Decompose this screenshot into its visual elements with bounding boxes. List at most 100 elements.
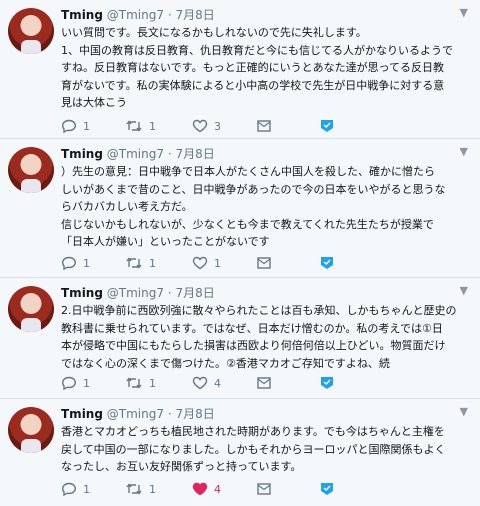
dm-verify-button[interactable] [320, 117, 334, 135]
text-line: 戻して中国の一部になりました。しかもそれからヨーロッパと国際関係もよく [61, 442, 446, 456]
dm-verify-icon [321, 120, 333, 132]
reply-count: 1 [83, 256, 90, 270]
display-name[interactable]: Tming [61, 147, 103, 161]
like-button[interactable]: 3 [192, 117, 221, 135]
user-handle[interactable]: @Tming7 [107, 8, 164, 22]
reply-icon [61, 482, 77, 496]
separator: · [167, 147, 172, 161]
retweet-icon [126, 257, 142, 269]
tweet-actions: 1 1 3 [61, 117, 421, 135]
reply-icon [61, 376, 77, 390]
reply-count: 1 [83, 376, 90, 390]
like-icon [192, 482, 208, 496]
like-button[interactable]: 4 [192, 480, 221, 498]
avatar[interactable] [8, 8, 54, 54]
dm-verify-icon [321, 257, 333, 269]
message-icon [257, 257, 271, 269]
separator: · [167, 286, 172, 300]
dm-verify-icon [321, 377, 333, 389]
text-line: 信じないかもしれないが、少なくとも今まで教えてくれた先生たちが授業で [61, 217, 434, 231]
dm-verify-button[interactable] [320, 480, 334, 498]
like-icon [192, 119, 208, 133]
display-name[interactable]: Tming [61, 407, 103, 421]
like-count: 1 [214, 256, 221, 270]
message-icon [257, 120, 271, 132]
text-line: 本が侵略で中国にもたらした損害は西欧より何倍何倍以上ひどい。物質面だけ [61, 339, 446, 352]
retweet-button[interactable]: 1 [125, 117, 156, 135]
text-line: 見は大体こう [61, 96, 127, 109]
text-line: ではなく心の深くまで傷つけた。②香港マカオご存知ですよね、続 [61, 356, 390, 370]
tweet-text: 香港とマカオどっちも植民地された時期があります。でも今はちゃんと主権を 戻して中… [61, 423, 471, 476]
tweet-date[interactable]: 7月8日 [175, 8, 214, 22]
text-line: ）先生の意見：日中戦争で日本人がたくさん中国人を殺した、確かに憎たら [61, 165, 435, 178]
reply-button[interactable]: 1 [61, 374, 90, 392]
tweet-header: Tming @Tming7 · 7月8日 [61, 7, 215, 23]
reply-button[interactable]: 1 [61, 117, 90, 135]
text-line: らバカバカしい考え方だ。 [61, 200, 193, 213]
chevron-down-icon[interactable]: ▼ [460, 284, 468, 297]
reply-icon [61, 256, 77, 270]
chevron-down-icon[interactable]: ▼ [460, 6, 468, 19]
reply-count: 1 [83, 119, 90, 133]
retweet-button[interactable]: 1 [125, 254, 156, 272]
like-icon [192, 376, 208, 390]
text-line: すね。反日教育はないです。もっと正確的にいうとあなた達が思ってる反日教 [61, 61, 445, 74]
retweet-icon [126, 377, 142, 389]
message-button[interactable] [257, 480, 271, 498]
tweet-text: いい質問です。長文になるかもしれないので先に失礼します。 1、中国の教育は反日教… [61, 24, 471, 112]
tweet[interactable]: Tming @Tming7 · 7月8日 ▼ 香港とマカオどっちも植民地された時… [0, 399, 480, 506]
avatar[interactable] [8, 147, 54, 193]
user-handle[interactable]: @Tming7 [107, 286, 164, 300]
text-line: 教科書に乗せられています。ではなぜ、日本だけ憎むのか。私の考えでは①日 [61, 321, 443, 335]
separator: · [167, 8, 172, 22]
tweet-actions: 1 1 4 [61, 480, 421, 498]
display-name[interactable]: Tming [61, 286, 103, 300]
like-count: 4 [214, 376, 221, 390]
like-count: 4 [214, 482, 221, 496]
like-button[interactable]: 1 [192, 254, 221, 272]
tweet-date[interactable]: 7月8日 [175, 147, 214, 161]
retweet-icon [126, 120, 142, 132]
text-line: 香港とマカオどっちも植民地された時期があります。でも今はちゃんと主権を [61, 425, 445, 438]
tweet-actions: 1 1 4 [61, 374, 421, 392]
like-icon [192, 256, 208, 270]
tweet-actions: 1 1 1 [61, 254, 421, 272]
tweet-date[interactable]: 7月8日 [175, 286, 214, 300]
text-line: 1、中国の教育は反日教育、仇日教育だと今にも信じてる人がかなりいるようで [61, 43, 453, 57]
separator: · [167, 407, 172, 421]
retweet-button[interactable]: 1 [125, 374, 156, 392]
text-line: 2.日中戦争前に西欧列強に散々やられたことは百も承知、しかもちゃんと歴史の [61, 304, 457, 317]
retweet-icon [126, 483, 142, 495]
retweet-count: 1 [149, 376, 156, 390]
avatar[interactable] [8, 286, 54, 332]
tweet-date[interactable]: 7月8日 [175, 407, 214, 421]
like-button[interactable]: 4 [192, 374, 221, 392]
tweet[interactable]: Tming @Tming7 · 7月8日 ▼ いい質問です。長文になるかもしれな… [0, 0, 480, 139]
chevron-down-icon[interactable]: ▼ [460, 405, 468, 418]
user-handle[interactable]: @Tming7 [107, 407, 164, 421]
dm-verify-icon [321, 483, 333, 495]
text-line: 「日本人が嫌い」といったことがないです [61, 235, 270, 248]
message-icon [257, 483, 271, 495]
message-button[interactable] [257, 254, 271, 272]
dm-verify-button[interactable] [320, 254, 334, 272]
avatar[interactable] [8, 407, 54, 453]
reply-button[interactable]: 1 [61, 480, 90, 498]
tweet[interactable]: Tming @Tming7 · 7月8日 ▼ ）先生の意見：日中戦争で日本人がた… [0, 139, 480, 278]
like-count: 3 [214, 119, 221, 133]
dm-verify-button[interactable] [320, 374, 334, 392]
retweet-button[interactable]: 1 [125, 480, 156, 498]
message-button[interactable] [257, 374, 271, 392]
tweet[interactable]: Tming @Tming7 · 7月8日 ▼ 2.日中戦争前に西欧列強に散々やら… [0, 278, 480, 399]
reply-button[interactable]: 1 [61, 254, 90, 272]
retweet-count: 1 [149, 119, 156, 133]
display-name[interactable]: Tming [61, 8, 103, 22]
text-line: いい質問です。長文になるかもしれないので先に失礼します。 [61, 26, 367, 39]
user-handle[interactable]: @Tming7 [107, 147, 164, 161]
message-icon [257, 377, 271, 389]
message-button[interactable] [257, 117, 271, 135]
tweet-header: Tming @Tming7 · 7月8日 [61, 146, 215, 162]
retweet-count: 1 [149, 256, 156, 270]
chevron-down-icon[interactable]: ▼ [460, 145, 468, 158]
tweet-header: Tming @Tming7 · 7月8日 [61, 285, 215, 301]
